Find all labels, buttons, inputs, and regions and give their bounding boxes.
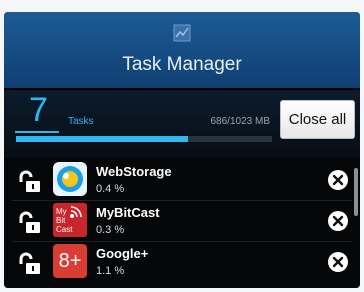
list-item[interactable]: WebStorage 0.4 % [4,160,360,201]
task-manager-widget: Task Manager 7 Tasks 686/1023 MB Close a… [4,12,360,288]
app-name: Google+ [96,246,149,261]
chart-icon [173,24,191,42]
google-plus-icon: 8+ [53,244,87,278]
memory-usage: 686/1023 MB [210,116,271,127]
app-cpu-percent: 1.1 % [96,265,125,277]
list-item[interactable]: My Bit Cast MyBitCast 0.3 % [4,201,360,242]
close-icon [332,174,344,186]
close-icon [332,215,344,227]
tasks-label: Tasks [68,116,94,127]
unlock-icon[interactable] [18,170,42,194]
unlock-icon[interactable] [18,211,42,235]
header: Task Manager [4,12,360,90]
close-all-button[interactable]: Close all [280,100,355,139]
close-icon [332,256,344,268]
app-cpu-percent: 0.3 % [96,224,125,236]
scrollbar[interactable] [354,168,358,216]
app-cpu-percent: 0.4 % [96,183,125,195]
close-task-button[interactable] [328,170,348,190]
task-count-underline [15,131,59,133]
app-name: MyBitCast [96,205,160,220]
app-name: WebStorage [96,164,172,179]
memory-bar [16,136,272,142]
memory-bar-fill [16,136,188,142]
close-task-button[interactable] [328,252,348,272]
close-task-button[interactable] [328,211,348,231]
page-title: Task Manager [122,54,242,75]
task-list: WebStorage 0.4 % My Bit Cast MyBitCast 0… [4,160,360,288]
webstorage-icon [53,162,87,196]
unlock-icon[interactable] [18,252,42,276]
list-item[interactable]: 8+ Google+ 1.1 % [4,242,360,283]
task-count: 7 [29,91,48,129]
mybitcast-icon: My Bit Cast [53,203,87,237]
memory-stats: 7 Tasks 686/1023 MB Close all [4,90,360,158]
